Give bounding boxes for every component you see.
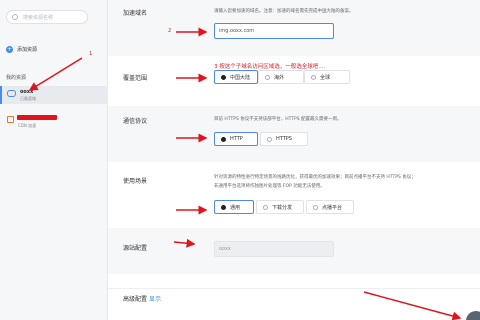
sidebar-item-ooxx[interactable]: ooxx 已备案域 <box>0 86 108 104</box>
scene-desc-1: 针对资源的特性进行特定场景的线路优化，获得最优的加速效果；目前点播平台不支持 H… <box>214 175 416 180</box>
search-placeholder: 搜索资源名称 <box>23 15 54 21</box>
my-resources-title: 我的资源 <box>6 75 27 81</box>
radio-icon <box>221 136 226 142</box>
resource-name: ooxx <box>20 89 34 95</box>
plus-icon: + <box>6 45 13 53</box>
cloud-storage-icon <box>7 90 16 97</box>
radio-icon <box>311 74 316 80</box>
annotation-number-2: 2 <box>168 28 172 34</box>
sidebar-item-cdn[interactable]: CDN 加速 <box>0 112 108 130</box>
coverage-option-global[interactable]: 全球 <box>304 70 350 84</box>
row-protocol: 通信协议 目前 HTTPS 协议不支持该部平台，HTTPS 配置最久需要一周。 … <box>108 106 480 162</box>
protocol-option-http[interactable]: HTTP <box>214 132 258 146</box>
main-form: 加速域名 请输入您要加速的域名。注意：加速的域名需先完成中国大陆的备案。 img… <box>89 0 480 320</box>
sidebar: 搜索资源名称 + 添加资源 我的资源 ooxx 已备案域 CDN 加速 <box>0 0 108 320</box>
help-fab[interactable] <box>466 311 480 320</box>
scene-option-download[interactable]: 下载分发 <box>256 200 304 214</box>
coverage-option-overseas[interactable]: 海外 <box>258 70 304 84</box>
redacted-name <box>17 115 57 120</box>
coverage-label: 覆盖范围 <box>123 75 148 82</box>
scene-option-vod[interactable]: 点播平台 <box>306 200 354 214</box>
row-scene: 使用场景 针对资源的特性进行特定场景的线路优化，获得最优的加速效果；目前点播平台… <box>108 162 480 228</box>
scene-label: 使用场景 <box>123 178 148 185</box>
advanced-label: 高级配置 <box>123 296 148 303</box>
origin-input[interactable]: ooxx <box>214 241 334 257</box>
protocol-option-https[interactable]: HTTPS <box>260 132 308 146</box>
advanced-show-link[interactable]: 显示 <box>149 296 161 303</box>
resource-type: 已备案域 <box>20 96 36 101</box>
origin-label: 源站配置 <box>123 245 148 252</box>
annotation-note-3: 3 按这个子域名访问区域选，一般选全球吧.... <box>214 64 326 70</box>
radio-icon <box>221 74 226 80</box>
search-icon <box>12 14 18 20</box>
radio-icon <box>267 136 272 142</box>
row-origin: 源站配置 ooxx <box>108 228 480 274</box>
search-box[interactable]: 搜索资源名称 <box>6 10 88 24</box>
radio-icon <box>313 204 318 210</box>
domain-input[interactable]: img.ooxx.com <box>214 23 334 39</box>
coverage-option-mainland[interactable]: 中国大陆 <box>214 70 258 84</box>
protocol-desc: 目前 HTTPS 协议不支持该部平台，HTTPS 配置最久需要一周。 <box>214 117 342 122</box>
protocol-label: 通信协议 <box>123 118 148 125</box>
add-resource-label: 添加资源 <box>17 46 38 53</box>
resource-type: CDN 加速 <box>18 123 37 128</box>
scene-desc-2: 非通用平台选项将作独图片处理等 FOP 功能无法使用。 <box>214 184 325 189</box>
divider <box>108 288 480 289</box>
annotation-number-1: 1 <box>89 51 93 57</box>
row-domain: 加速域名 请输入您要加速的域名。注意：加速的域名需先完成中国大陆的备案。 img… <box>108 0 480 56</box>
cdn-icon <box>7 116 14 123</box>
add-resource-button[interactable]: + 添加资源 <box>6 44 37 54</box>
radio-icon <box>263 204 268 210</box>
advanced-config: 高级配置 显示 <box>123 294 161 303</box>
radio-icon <box>265 74 270 80</box>
radio-icon <box>221 204 226 210</box>
domain-label: 加速域名 <box>123 10 148 17</box>
scene-option-general[interactable]: 通用 <box>214 200 254 214</box>
domain-desc: 请输入您要加速的域名。注意：加速的域名需先完成中国大陆的备案。 <box>214 9 354 14</box>
